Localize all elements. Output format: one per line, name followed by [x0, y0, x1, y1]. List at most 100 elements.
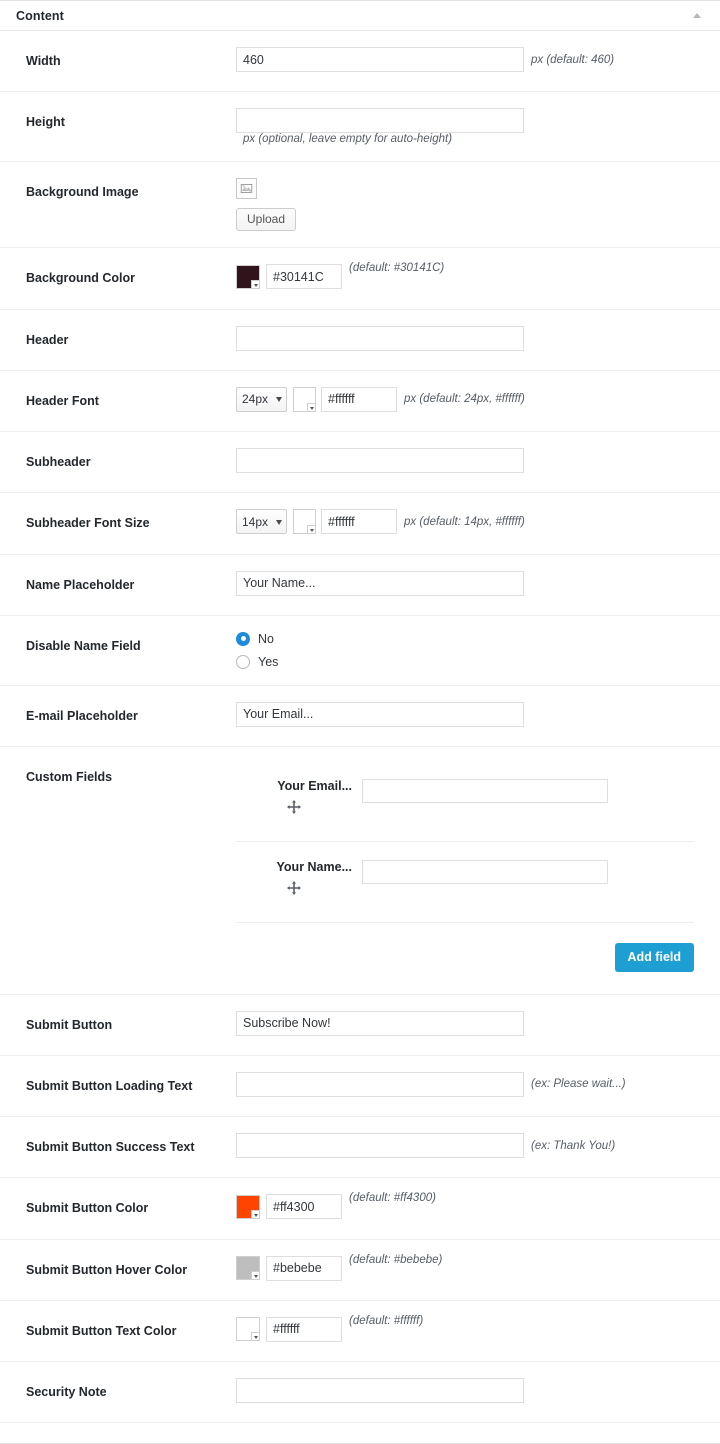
add-field-button[interactable]: Add field: [614, 943, 694, 972]
field-height: px (optional, leave empty for auto-heigh…: [236, 92, 720, 161]
submit-hover-color-swatch[interactable]: [236, 1256, 260, 1280]
submit-text-color-input[interactable]: [266, 1316, 342, 1342]
row-background-color: Background Color (default: #30141C): [0, 248, 720, 310]
panel-header[interactable]: Content: [0, 1, 720, 31]
field-email-placeholder: [236, 686, 720, 743]
custom-field-meta: Your Email...: [236, 779, 362, 815]
header-input[interactable]: [236, 325, 524, 351]
subheader-font-color-swatch[interactable]: [293, 509, 316, 535]
field-submit-hover-color: (default: #bebebe): [236, 1240, 720, 1297]
field-submit-text-color: (default: #ffffff): [236, 1301, 720, 1358]
custom-field-name: Your Email...: [277, 779, 352, 793]
header-font-size-select[interactable]: 24px: [236, 386, 287, 412]
width-hint: px (default: 460): [531, 53, 615, 66]
header-font-color-swatch[interactable]: [293, 386, 316, 412]
submit-hover-color-input[interactable]: [266, 1255, 342, 1281]
row-background-image: Background Image Upload: [0, 162, 720, 249]
label-submit-text-color: Submit Button Text Color: [26, 1323, 177, 1338]
background-color-swatch[interactable]: [236, 264, 260, 289]
upload-button[interactable]: Upload: [236, 208, 297, 232]
custom-field-name: Your Name...: [276, 860, 352, 874]
label-email-placeholder: E-mail Placeholder: [26, 708, 138, 723]
height-hint: px (optional, leave empty for auto-heigh…: [243, 133, 453, 146]
submit-success-text-input[interactable]: [236, 1133, 524, 1158]
radio-icon-selected: [236, 631, 250, 646]
swatch-caret-icon: [251, 279, 259, 288]
field-submit-button-color: (default: #ff4300): [236, 1178, 720, 1235]
custom-fields-actions: Add field: [236, 923, 694, 980]
field-submit-button: [236, 995, 720, 1052]
row-security-note: Security Note: [0, 1362, 720, 1424]
row-subheader-font-size: Subheader Font Size 14px px (default: 14…: [0, 493, 720, 555]
custom-field-value-input[interactable]: [362, 860, 608, 884]
subheader-font-size-hint: px (default: 14px, #ffffff): [404, 515, 525, 528]
email-placeholder-input[interactable]: [236, 701, 524, 727]
submit-button-color-input[interactable]: [266, 1194, 342, 1220]
row-width: Width px (default: 460): [0, 31, 720, 93]
swatch-caret-icon: [307, 525, 315, 534]
label-header-font: Header Font: [26, 393, 99, 408]
swatch-caret-icon: [251, 1209, 259, 1218]
background-color-input[interactable]: [266, 264, 342, 290]
row-header-font: Header Font 24px px (default: 24px, #fff…: [0, 371, 720, 432]
label-submit-button-color: Submit Button Color: [26, 1201, 149, 1216]
panel-bottom-spacer: [0, 1423, 720, 1443]
field-background-color: (default: #30141C): [236, 248, 720, 305]
label-submit-loading-text: Submit Button Loading Text: [26, 1078, 193, 1093]
subheader-font-size-select[interactable]: 14px: [236, 509, 287, 535]
label-header: Header: [26, 332, 69, 347]
chevron-down-icon: [276, 519, 282, 525]
chevron-down-icon: [276, 397, 282, 403]
custom-field-row: Your Name...: [236, 842, 694, 923]
radio-icon-unselected: [236, 654, 250, 669]
submit-text-color-swatch[interactable]: [236, 1317, 260, 1342]
background-color-hint: (default: #30141C): [349, 262, 445, 275]
row-submit-success-text: Submit Button Success Text (ex: Thank Yo…: [0, 1117, 720, 1179]
field-width: px (default: 460): [236, 31, 720, 88]
row-subheader: Subheader: [0, 432, 720, 494]
label-width: Width: [26, 54, 61, 68]
security-note-input[interactable]: [236, 1378, 524, 1403]
label-submit-success-text: Submit Button Success Text: [26, 1140, 195, 1154]
move-handle-icon[interactable]: [286, 799, 302, 815]
label-security-note: Security Note: [26, 1385, 107, 1399]
submit-success-text-hint: (ex: Thank You!): [531, 1139, 616, 1152]
radio-disable-name-yes[interactable]: Yes: [236, 654, 278, 669]
field-disable-name-field: No Yes: [236, 616, 720, 685]
height-input[interactable]: [236, 108, 524, 134]
field-subheader-font-size: 14px px (default: 14px, #ffffff): [236, 493, 720, 550]
custom-field-value-input[interactable]: [362, 779, 608, 803]
radio-disable-name-no[interactable]: No: [236, 631, 274, 646]
row-header: Header: [0, 310, 720, 371]
field-submit-success-text: (ex: Thank You!): [236, 1117, 720, 1174]
label-background-color: Background Color: [26, 271, 136, 286]
row-disable-name-field: Disable Name Field No Yes: [0, 616, 720, 686]
collapse-toggle-button[interactable]: [688, 7, 706, 25]
name-placeholder-input[interactable]: [236, 570, 524, 596]
caret-up-icon: [693, 13, 701, 18]
submit-button-input[interactable]: [236, 1010, 524, 1036]
label-submit-button: Submit Button: [26, 1017, 113, 1032]
submit-button-color-swatch[interactable]: [236, 1194, 260, 1219]
row-custom-fields: Custom Fields Your Email... Your Name...: [0, 747, 720, 995]
label-name-placeholder: Name Placeholder: [26, 577, 135, 592]
width-input[interactable]: [236, 47, 524, 72]
label-background-image: Background Image: [26, 185, 139, 200]
header-font-color-input[interactable]: [321, 386, 397, 412]
row-height: Height px (optional, leave empty for aut…: [0, 92, 720, 163]
custom-field-meta: Your Name...: [236, 860, 362, 896]
subheader-font-size-value: 14px: [242, 514, 269, 529]
submit-loading-text-input[interactable]: [236, 1071, 524, 1097]
radio-label-no: No: [258, 631, 274, 646]
submit-loading-text-hint: (ex: Please wait...): [531, 1078, 626, 1091]
move-handle-icon[interactable]: [286, 880, 302, 896]
content-settings-panel: Content Width px (default: 460) Height p…: [0, 0, 720, 1444]
field-background-image: Upload: [236, 162, 720, 247]
custom-fields-list: Your Email... Your Name... Add field: [236, 747, 720, 994]
field-header: [236, 310, 720, 367]
custom-field-row: Your Email...: [236, 761, 694, 842]
label-subheader-font-size: Subheader Font Size: [26, 516, 150, 531]
subheader-font-color-input[interactable]: [321, 509, 397, 535]
subheader-input[interactable]: [236, 448, 524, 473]
submit-text-color-hint: (default: #ffffff): [349, 1314, 424, 1327]
